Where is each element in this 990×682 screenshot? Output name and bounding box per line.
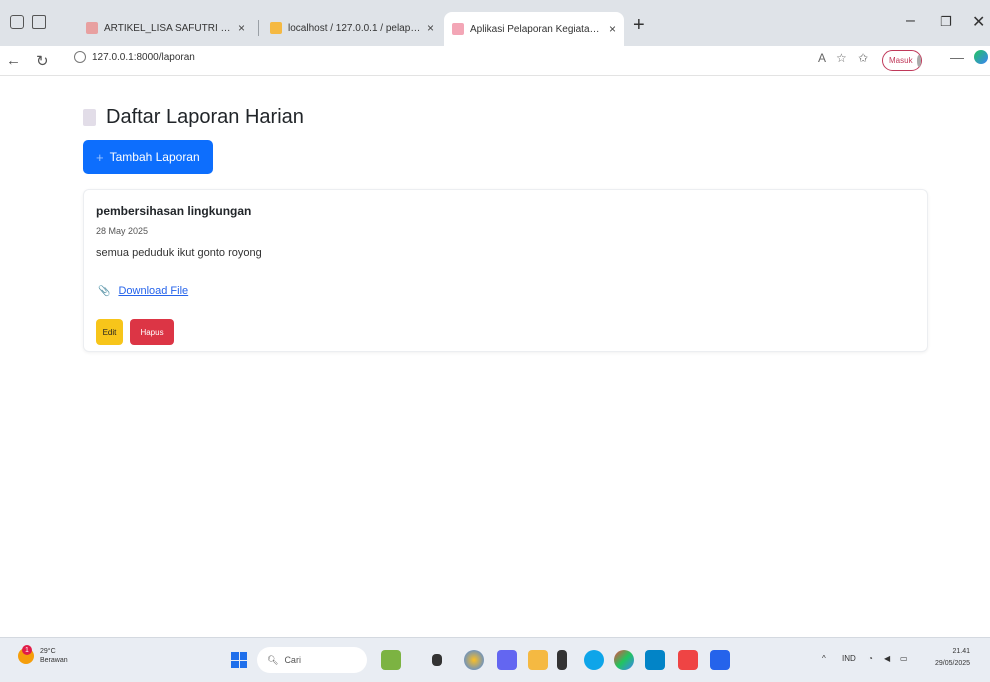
weather-temp: 29°C: [40, 648, 56, 655]
edge-icon[interactable]: [584, 650, 604, 670]
pen-app-icon[interactable]: [557, 650, 567, 670]
read-aloud-icon[interactable]: A: [818, 51, 826, 65]
weather-sun-icon: 1: [18, 645, 34, 664]
page-heading: Daftar Laporan Harian: [83, 106, 304, 129]
close-tab-icon[interactable]: ×: [238, 21, 245, 35]
close-tab-icon[interactable]: ×: [609, 22, 616, 36]
weather-widget[interactable]: 1 29°C Berawan: [18, 645, 68, 665]
add-report-button[interactable]: + Tambah Laporan: [83, 140, 213, 174]
report-description: semua peduduk ikut gonto royong: [96, 247, 262, 259]
app-favicon-icon: [452, 23, 464, 35]
tab-actions-icon[interactable]: [32, 15, 46, 29]
teams-icon[interactable]: [497, 650, 517, 670]
download-row: 📎 Download File: [98, 285, 188, 297]
copilot-icon[interactable]: [974, 50, 988, 64]
plus-icon: +: [96, 149, 104, 165]
download-file-link[interactable]: Download File: [118, 285, 188, 297]
more-menu-icon[interactable]: —: [950, 49, 964, 65]
language-indicator[interactable]: IND: [842, 654, 856, 663]
phpmyadmin-favicon-icon: [270, 22, 282, 34]
windows-start-icon[interactable]: [231, 652, 247, 668]
favorites-icon[interactable]: ✩: [858, 51, 868, 65]
mail-icon[interactable]: [645, 650, 665, 670]
page-title: Daftar Laporan Harian: [106, 106, 304, 128]
tab-aplikasi[interactable]: Aplikasi Pelaporan Kegiatan KKN ×: [444, 12, 624, 46]
taskbar-search[interactable]: 🔍︎ Cari: [257, 647, 367, 673]
url-field[interactable]: 127.0.0.1:8000/laporan: [74, 51, 195, 63]
wifi-icon[interactable]: ◔: [868, 654, 873, 663]
new-tab-button[interactable]: +: [633, 14, 645, 37]
tab-localhost[interactable]: localhost / 127.0.0.1 / pelaporan ×: [262, 14, 442, 42]
workspaces-icon[interactable]: [10, 15, 24, 29]
office-icon[interactable]: [678, 650, 698, 670]
clock[interactable]: 21.41 29/05/2025: [935, 646, 970, 670]
file-explorer-icon[interactable]: [528, 650, 548, 670]
paperclip-icon: 📎: [98, 285, 111, 297]
site-info-icon[interactable]: [74, 51, 86, 63]
tab-strip: ARTIKEL_LISA SAFUTRI Penerapan × localho…: [0, 0, 990, 46]
search-icon: 🔍︎: [267, 654, 279, 665]
reload-icon[interactable]: ↻: [36, 52, 49, 70]
url-text: 127.0.0.1:8000/laporan: [92, 51, 195, 63]
delete-button[interactable]: Hapus: [130, 319, 174, 345]
profile-button[interactable]: Masuk: [882, 50, 922, 71]
document-icon: [83, 109, 96, 126]
back-arrow-icon[interactable]: ←: [6, 52, 21, 69]
minimize-icon[interactable]: –: [906, 12, 915, 30]
report-title: pembersihasan lingkungan: [96, 204, 252, 218]
restore-icon[interactable]: ❐: [940, 14, 952, 30]
chrome-icon[interactable]: [614, 650, 634, 670]
pdf-favicon-icon: [86, 22, 98, 34]
vscode-icon[interactable]: [710, 650, 730, 670]
task-view-icon[interactable]: [432, 654, 442, 666]
volume-icon[interactable]: ◀: [884, 654, 890, 663]
tab-divider: [258, 20, 259, 36]
landscape-app-icon[interactable]: [381, 650, 401, 670]
report-card: pembersihasan lingkungan 28 May 2025 sem…: [83, 189, 928, 352]
battery-icon[interactable]: ▭: [900, 654, 908, 663]
edit-button[interactable]: Edit: [96, 319, 123, 345]
close-tab-icon[interactable]: ×: [427, 21, 434, 35]
favorite-star-icon[interactable]: ☆: [836, 51, 847, 65]
close-window-icon[interactable]: ✕: [972, 12, 985, 32]
copilot-taskbar-icon[interactable]: [464, 650, 484, 670]
weather-desc: Berawan: [40, 657, 68, 664]
page-content: Daftar Laporan Harian + Tambah Laporan p…: [0, 77, 990, 637]
taskbar: 1 29°C Berawan 🔍︎ Cari ^ IND ◔ ◀ ▭ 21.41…: [0, 637, 990, 682]
tray-chevron-icon[interactable]: ^: [822, 654, 826, 663]
report-date: 28 May 2025: [96, 226, 149, 236]
tab-artikel[interactable]: ARTIKEL_LISA SAFUTRI Penerapan ×: [78, 14, 253, 42]
address-bar: ← ↻ 127.0.0.1:8000/laporan A ☆ ✩ Masuk —: [0, 46, 990, 76]
avatar: [916, 54, 921, 67]
